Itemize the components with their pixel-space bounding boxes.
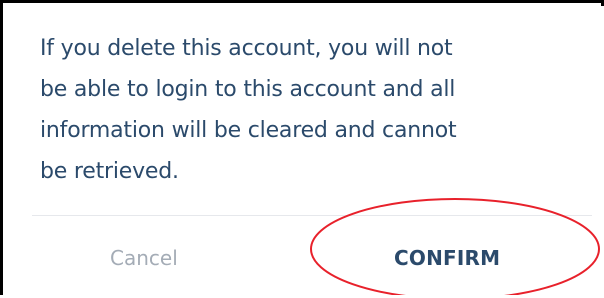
message-line: information will be cleared and cannot [40,118,457,143]
button-divider [32,215,592,216]
cancel-button[interactable]: Cancel [110,238,178,278]
screenshot-frame: If you delete this account, you will not… [0,0,604,298]
confirm-button[interactable]: CONFIRM [394,238,500,278]
message-line: be able to login to this account and all [40,77,456,102]
delete-account-dialog: If you delete this account, you will not… [6,6,604,298]
message-line: If you delete this account, you will not [40,36,453,61]
message-line: be retrieved. [40,159,179,184]
dialog-message: If you delete this account, you will not… [40,28,580,192]
